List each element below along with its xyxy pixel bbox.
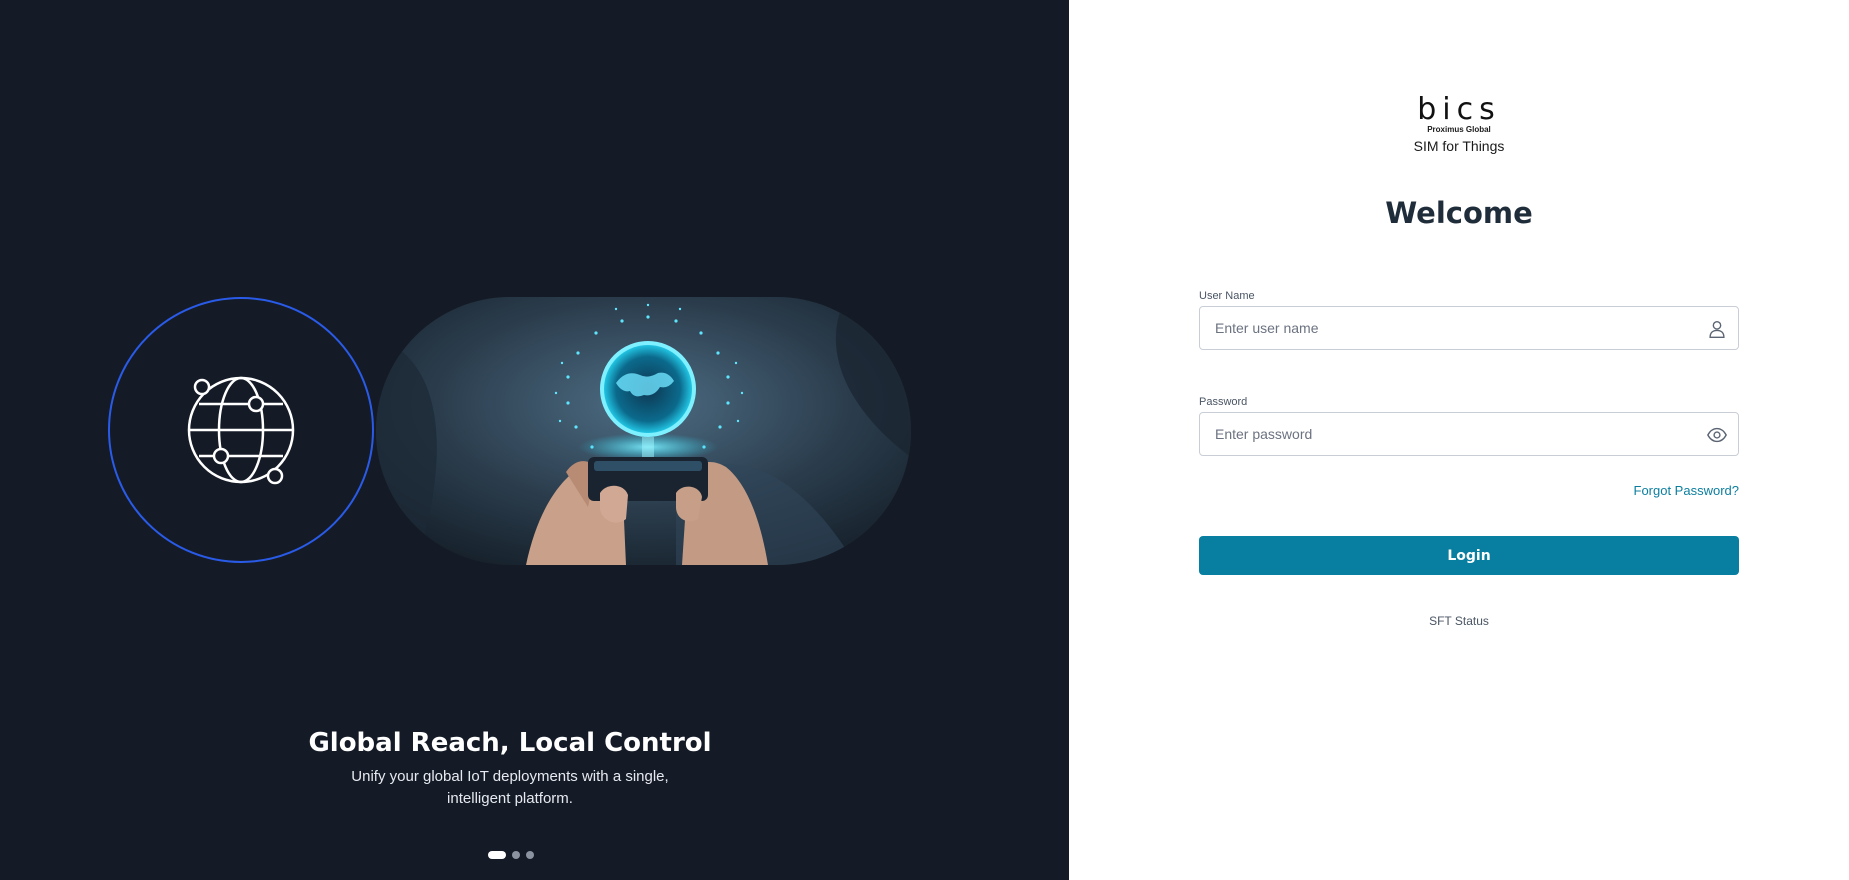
- user-icon: [1709, 320, 1725, 338]
- carousel-dot-3[interactable]: [526, 851, 534, 859]
- hero-subtitle: Unify your global IoT deployments with a…: [351, 768, 669, 807]
- product-name: SIM for Things: [1413, 138, 1505, 154]
- login-button[interactable]: Login: [1199, 536, 1739, 575]
- login-panel: bics Proximus Global SIM for Things Welc…: [1069, 0, 1849, 880]
- hero-panel: Global Reach, Local Control Unify your g…: [0, 0, 1069, 880]
- hand-phone-hologram-image: [376, 297, 911, 565]
- hero-image: [376, 297, 911, 565]
- password-field: [1199, 412, 1739, 456]
- sft-status-link[interactable]: SFT Status: [1069, 614, 1849, 628]
- bics-logo: bics: [1417, 95, 1501, 125]
- carousel-dot-1[interactable]: [488, 851, 506, 859]
- logo-wordmark: bics: [1417, 92, 1501, 127]
- hero-title: Global Reach, Local Control: [308, 728, 712, 758]
- carousel-dot-2[interactable]: [512, 851, 520, 859]
- username-input[interactable]: [1200, 307, 1710, 349]
- globe-circle: [108, 297, 374, 563]
- login-page: Global Reach, Local Control Unify your g…: [0, 0, 1849, 880]
- password-label: Password: [1199, 396, 1248, 408]
- brand-block: bics Proximus Global SIM for Things: [1069, 95, 1849, 155]
- globe-network-icon: [187, 376, 295, 485]
- welcome-heading: Welcome: [1385, 196, 1533, 230]
- username-label: User Name: [1199, 290, 1255, 302]
- forgot-password-link[interactable]: Forgot Password?: [1634, 483, 1740, 498]
- username-field: [1199, 306, 1739, 350]
- eye-icon[interactable]: [1706, 424, 1728, 446]
- logo-subtext: Proximus Global: [1427, 125, 1491, 134]
- password-input[interactable]: [1200, 413, 1710, 455]
- carousel-indicators: [488, 851, 534, 859]
